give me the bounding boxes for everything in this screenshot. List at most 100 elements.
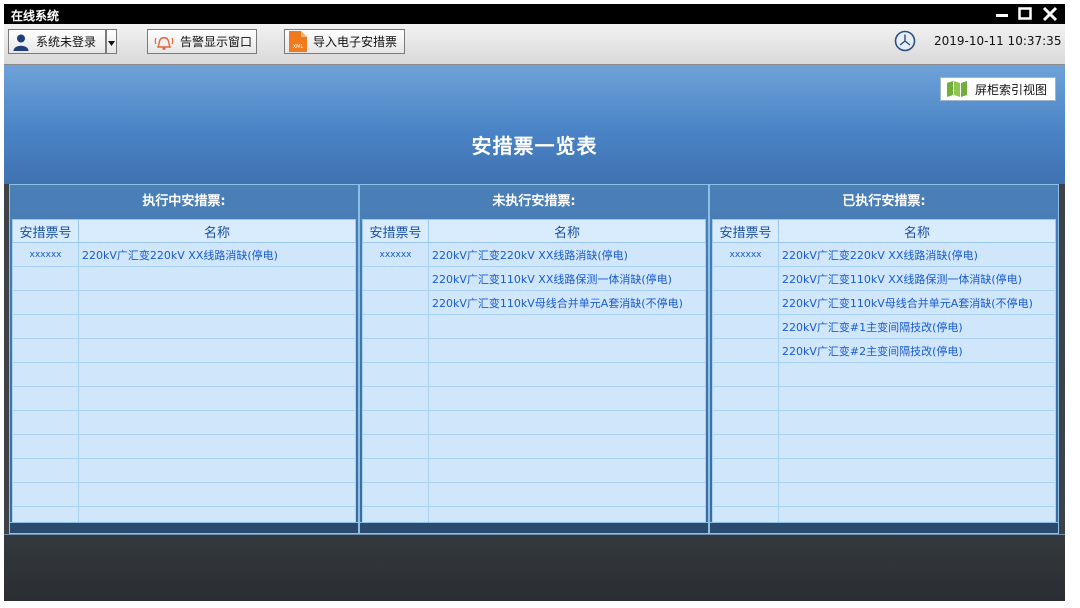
ticket-name-cell: 220kV广汇变110kV XX线路保测一体消缺(停电) xyxy=(428,266,706,291)
ticket-name-cell xyxy=(428,314,706,339)
ticket-name-cell xyxy=(78,482,356,507)
ticket-number-cell xyxy=(362,458,429,483)
ticket-number-cell xyxy=(362,434,429,459)
ticket-name-cell xyxy=(78,386,356,411)
alarm-bell-icon xyxy=(154,33,174,51)
panel-footer xyxy=(710,522,1058,533)
ticket-name-cell xyxy=(778,458,1056,483)
alarm-window-label: 告警显示窗口 xyxy=(180,35,253,49)
window-title: 在线系统 xyxy=(11,9,60,23)
ticket-name-cell xyxy=(78,266,356,291)
maximize-icon[interactable] xyxy=(1016,5,1034,23)
table-row[interactable] xyxy=(362,362,706,387)
ticket-name-cell: 220kV广汇变220kV XX线路消缺(停电) xyxy=(78,242,356,267)
import-ticket-label: 导入电子安措票 xyxy=(313,35,398,49)
minimize-icon[interactable] xyxy=(993,5,1011,23)
table-row[interactable] xyxy=(712,386,1056,411)
table-row[interactable] xyxy=(362,314,706,339)
cabinet-index-view-button[interactable]: 屏柜索引视图 xyxy=(940,77,1056,101)
current-datetime: 2019-10-11 10:37:35 xyxy=(934,34,1062,48)
table-row[interactable]: 220kV广汇变110kV母线合并单元A套消缺(不停电) xyxy=(362,290,706,315)
table-row[interactable] xyxy=(712,362,1056,387)
ticket-name-cell: 220kV广汇变110kV XX线路保测一体消缺(停电) xyxy=(778,266,1056,291)
ticket-number-cell xyxy=(12,410,79,435)
table-row[interactable]: 220kV广汇变110kV XX线路保测一体消缺(停电) xyxy=(362,266,706,291)
table-row[interactable] xyxy=(12,434,356,459)
ticket-number-cell xyxy=(362,482,429,507)
ticket-table: 安措票号 名称 xxxxxx 220kV广汇变220kV XX线路消缺(停电) 22… xyxy=(712,219,1056,531)
ticket-table: 安措票号 名称 xxxxxx 220kV广汇变220kV XX线路消缺(停电) 22… xyxy=(362,219,706,531)
table-row[interactable] xyxy=(12,338,356,363)
table-row[interactable] xyxy=(12,362,356,387)
caret-down-icon xyxy=(108,35,115,49)
ticket-number-cell xyxy=(712,410,779,435)
ticket-name-cell: 220kV广汇变#1主变间隔技改(停电) xyxy=(778,314,1056,339)
column-header-name: 名称 xyxy=(428,219,706,243)
ticket-name-cell xyxy=(428,434,706,459)
table-row[interactable] xyxy=(12,290,356,315)
table-row[interactable] xyxy=(712,434,1056,459)
table-row[interactable] xyxy=(712,410,1056,435)
import-ticket-button[interactable]: XML 导入电子安措票 xyxy=(284,29,405,54)
table-row[interactable]: xxxxxx 220kV广汇变220kV XX线路消缺(停电) xyxy=(712,242,1056,267)
app-window: 在线系统 系统未登录 告警显示窗口 XML 导入电子安措票 2019-10-11… xyxy=(4,4,1065,601)
table-row[interactable] xyxy=(712,482,1056,507)
table-row[interactable] xyxy=(362,482,706,507)
table-row[interactable] xyxy=(12,266,356,291)
ticket-number-cell xyxy=(362,410,429,435)
ticket-name-cell xyxy=(78,410,356,435)
table-row[interactable] xyxy=(712,458,1056,483)
user-login-button[interactable]: 系统未登录 xyxy=(8,29,106,54)
ticket-number-cell: xxxxxx xyxy=(12,242,79,267)
xml-file-icon: XML xyxy=(289,31,307,52)
ticket-name-cell xyxy=(428,482,706,507)
ticket-name-cell xyxy=(78,458,356,483)
table-row[interactable] xyxy=(362,458,706,483)
ticket-number-cell xyxy=(12,482,79,507)
ticket-name-cell xyxy=(778,386,1056,411)
table-row[interactable] xyxy=(12,386,356,411)
table-row[interactable] xyxy=(362,410,706,435)
table-row[interactable]: 220kV广汇变#2主变间隔技改(停电) xyxy=(712,338,1056,363)
title-bar[interactable]: 在线系统 xyxy=(4,4,1065,24)
table-row[interactable] xyxy=(12,458,356,483)
ticket-name-cell xyxy=(428,362,706,387)
ticket-name-cell: 220kV广汇变110kV母线合并单元A套消缺(不停电) xyxy=(428,290,706,315)
table-row[interactable] xyxy=(12,314,356,339)
ticket-name-cell xyxy=(428,338,706,363)
table-row[interactable]: 220kV广汇变110kV XX线路保测一体消缺(停电) xyxy=(712,266,1056,291)
table-row[interactable] xyxy=(12,410,356,435)
ticket-number-cell: xxxxxx xyxy=(362,242,429,267)
ticket-number-cell xyxy=(362,266,429,291)
ticket-name-cell xyxy=(778,362,1056,387)
ticket-number-cell xyxy=(12,314,79,339)
close-icon[interactable] xyxy=(1041,5,1059,23)
table-row[interactable]: xxxxxx 220kV广汇变220kV XX线路消缺(停电) xyxy=(362,242,706,267)
table-row[interactable]: 220kV广汇变110kV母线合并单元A套消缺(不停电) xyxy=(712,290,1056,315)
ticket-number-cell xyxy=(712,386,779,411)
ticket-name-cell xyxy=(428,386,706,411)
table-row[interactable] xyxy=(362,434,706,459)
ticket-name-cell: 220kV广汇变110kV母线合并单元A套消缺(不停电) xyxy=(778,290,1056,315)
ticket-number-cell xyxy=(12,338,79,363)
ticket-name-cell xyxy=(78,338,356,363)
ticket-number-cell xyxy=(12,362,79,387)
table-row[interactable] xyxy=(362,338,706,363)
user-icon xyxy=(12,33,30,51)
ticket-panels: 执行中安措票: 安措票号 名称 xxxxxx 220kV广汇变220kV XX线路… xyxy=(9,184,1059,534)
user-dropdown-button[interactable] xyxy=(106,29,117,54)
ticket-number-cell xyxy=(12,434,79,459)
ticket-number-cell xyxy=(362,290,429,315)
ticket-number-cell xyxy=(712,434,779,459)
ticket-name-cell: 220kV广汇变220kV XX线路消缺(停电) xyxy=(428,242,706,267)
ticket-number-cell xyxy=(12,386,79,411)
ticket-name-cell xyxy=(78,362,356,387)
ticket-number-cell xyxy=(712,314,779,339)
ticket-number-cell xyxy=(12,458,79,483)
alarm-window-button[interactable]: 告警显示窗口 xyxy=(147,29,257,54)
table-row[interactable]: 220kV广汇变#1主变间隔技改(停电) xyxy=(712,314,1056,339)
table-row[interactable]: xxxxxx 220kV广汇变220kV XX线路消缺(停电) xyxy=(12,242,356,267)
table-row[interactable] xyxy=(12,482,356,507)
ticket-name-cell xyxy=(78,290,356,315)
table-row[interactable] xyxy=(362,386,706,411)
